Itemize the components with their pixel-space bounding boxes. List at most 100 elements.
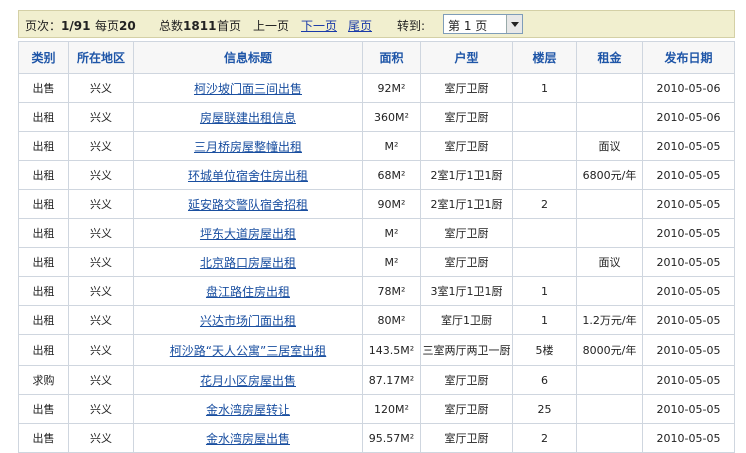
cell-rent-text: 6800元/年 xyxy=(582,169,637,182)
cell-area: 兴义 xyxy=(68,247,134,277)
cell-size-text: 68M² xyxy=(377,168,406,182)
listing-title-link[interactable]: 环城单位宿舍住房出租 xyxy=(188,169,308,183)
cell-layout-text: 室厅卫厨 xyxy=(444,111,489,124)
cell-floor xyxy=(512,247,577,277)
cell-floor: 2 xyxy=(512,189,577,219)
table-row: 出租 兴义 柯沙路“天人公寓”三居室出租 143.5M² 三室两厅两卫一厨 5楼 8000元… xyxy=(18,334,735,366)
next-page-link[interactable]: 下一页 xyxy=(301,17,337,34)
cell-date: 2010-05-05 xyxy=(642,305,735,335)
cell-floor xyxy=(512,218,577,248)
cell-type: 出租 xyxy=(18,218,69,248)
cell-area: 兴义 xyxy=(68,365,134,395)
cell-floor: 1 xyxy=(512,305,577,335)
cell-title: 花月小区房屋出售 xyxy=(133,365,363,395)
cell-type: 出租 xyxy=(18,160,69,190)
listing-title-link[interactable]: 延安路交警队宿舍招租 xyxy=(188,198,308,212)
cell-rent xyxy=(576,102,643,132)
cell-layout: 3室1厅1卫1厨 xyxy=(420,276,513,306)
cell-size-text: 360M² xyxy=(374,110,409,124)
cell-rent-text: 8000元/年 xyxy=(582,344,637,357)
cell-title: 柯沙路“天人公寓”三居室出租 xyxy=(133,334,363,366)
table-row: 出租 兴义 兴达市场门面出租 80M² 室厅1卫厨 1 1.2万元/年 2010-05-05 xyxy=(18,305,735,335)
page-select[interactable]: 第 1 页 xyxy=(443,14,523,34)
cell-area: 兴义 xyxy=(68,102,134,132)
cell-title: 三月桥房屋整幢出租 xyxy=(133,131,363,161)
cell-size: M² xyxy=(362,218,421,248)
listing-title-link[interactable]: 盘江路住房出租 xyxy=(206,285,290,299)
total-info: 总数1811 xyxy=(159,19,217,33)
cell-area-text: 兴义 xyxy=(90,256,112,269)
cell-floor: 1 xyxy=(512,73,577,103)
cell-size-text: 95.57M² xyxy=(368,431,415,445)
listing-title-link[interactable]: 金水湾房屋出售 xyxy=(206,432,290,446)
cell-layout-text: 室厅卫厨 xyxy=(444,432,489,445)
cell-date-text: 2010-05-05 xyxy=(656,197,721,211)
cell-area-text: 兴义 xyxy=(90,169,112,182)
cell-layout-text: 室厅卫厨 xyxy=(444,140,489,153)
first-page-link[interactable]: 首页 xyxy=(217,17,241,34)
prev-page-link[interactable]: 上一页 xyxy=(253,17,289,34)
cell-layout: 室厅卫厨 xyxy=(420,102,513,132)
cell-layout: 室厅卫厨 xyxy=(420,394,513,424)
cell-floor xyxy=(512,102,577,132)
cell-rent xyxy=(576,365,643,395)
listing-title-link[interactable]: 北京路口房屋出租 xyxy=(200,256,296,270)
cell-type-text: 出售 xyxy=(32,432,55,445)
cell-type-text: 出租 xyxy=(32,256,55,269)
cell-floor xyxy=(512,160,577,190)
cell-type-text: 出租 xyxy=(32,140,55,153)
cell-date: 2010-05-06 xyxy=(642,73,735,103)
cell-area: 兴义 xyxy=(68,334,134,366)
cell-area-text: 兴义 xyxy=(90,111,112,124)
cell-layout-text: 室厅卫厨 xyxy=(444,82,489,95)
cell-layout: 室厅卫厨 xyxy=(420,218,513,248)
cell-size: 95.57M² xyxy=(362,423,421,453)
listing-title-link[interactable]: 柯沙路“天人公寓”三居室出租 xyxy=(170,344,326,358)
cell-type-text: 出售 xyxy=(32,403,55,416)
chevron-down-icon[interactable] xyxy=(506,15,522,33)
cell-title: 柯沙坡门面三间出售 xyxy=(133,73,363,103)
pagination-bar: 页次：1/91 每页20 总数1811 首页 上一页 下一页 尾页 转到: 第 … xyxy=(18,10,735,38)
cell-size: 68M² xyxy=(362,160,421,190)
cell-layout-text: 室厅卫厨 xyxy=(444,256,489,269)
cell-floor-text: 2 xyxy=(541,431,548,445)
listing-title-link[interactable]: 三月桥房屋整幢出租 xyxy=(194,140,302,154)
cell-area: 兴义 xyxy=(68,423,134,453)
cell-area: 兴义 xyxy=(68,131,134,161)
cell-date: 2010-05-05 xyxy=(642,160,735,190)
per-page-info: 每页20 xyxy=(95,19,136,33)
cell-area: 兴义 xyxy=(68,394,134,424)
cell-layout: 室厅1卫厨 xyxy=(420,305,513,335)
cell-area-text: 兴义 xyxy=(90,140,112,153)
page-select-value: 第 1 页 xyxy=(448,19,488,33)
cell-layout: 室厅卫厨 xyxy=(420,365,513,395)
cell-title: 金水湾房屋转让 xyxy=(133,394,363,424)
cell-date-text: 2010-05-06 xyxy=(656,81,721,95)
cell-type: 出租 xyxy=(18,131,69,161)
listing-title-link[interactable]: 花月小区房屋出售 xyxy=(200,374,296,388)
cell-date: 2010-05-06 xyxy=(642,102,735,132)
cell-size: 360M² xyxy=(362,102,421,132)
listing-title-link[interactable]: 兴达市场门面出租 xyxy=(200,314,296,328)
cell-date-text: 2010-05-05 xyxy=(656,343,721,357)
cell-date-text: 2010-05-05 xyxy=(656,373,721,387)
cell-rent: 面议 xyxy=(576,131,643,161)
listing-title-link[interactable]: 坪东大道房屋出租 xyxy=(200,227,296,241)
total-value: 1811 xyxy=(183,19,217,33)
cell-date: 2010-05-05 xyxy=(642,131,735,161)
listing-title-link[interactable]: 房屋联建出租信息 xyxy=(200,111,296,125)
cell-type: 出租 xyxy=(18,334,69,366)
listing-title-link[interactable]: 金水湾房屋转让 xyxy=(206,403,290,417)
cell-layout: 2室1厅1卫1厨 xyxy=(420,189,513,219)
cell-layout-text: 室厅卫厨 xyxy=(444,374,489,387)
listing-title-link[interactable]: 柯沙坡门面三间出售 xyxy=(194,82,302,96)
table-row: 出租 兴义 北京路口房屋出租 M² 室厅卫厨 面议 2010-05-05 xyxy=(18,247,735,277)
cell-title: 金水湾房屋出售 xyxy=(133,423,363,453)
cell-area-text: 兴义 xyxy=(90,227,112,240)
last-page-link[interactable]: 尾页 xyxy=(348,17,372,34)
cell-date-text: 2010-05-05 xyxy=(656,284,721,298)
cell-date: 2010-05-05 xyxy=(642,247,735,277)
cell-area-text: 兴义 xyxy=(90,285,112,298)
cell-layout: 2室1厅1卫1厨 xyxy=(420,160,513,190)
cell-type: 出租 xyxy=(18,102,69,132)
